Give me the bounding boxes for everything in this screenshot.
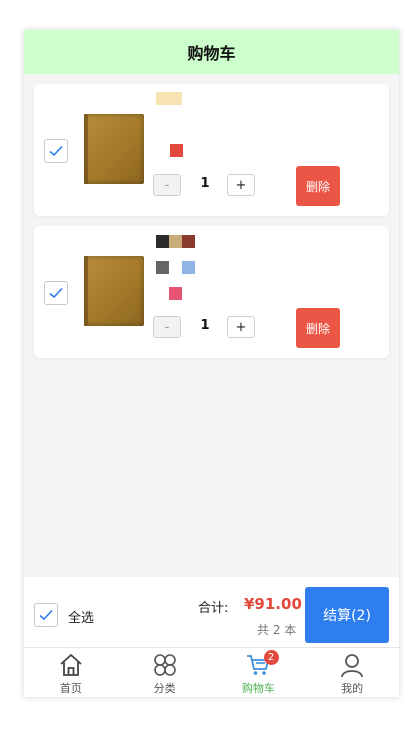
book-cover-image[interactable] [84, 114, 144, 184]
bottom-tab-bar: 首页 分类 2 购物车 我的 [24, 647, 399, 697]
total-label: 合计: [198, 601, 229, 616]
color-swatch [169, 235, 182, 248]
check-icon [49, 287, 63, 299]
phone-screen: 购物车 - 1 + 删除 - 1 + 删除 全选 合计: ¥91.00 共 2 … [24, 30, 399, 697]
total-price: ¥91.00 [244, 595, 302, 613]
tab-label: 分类 [153, 682, 176, 695]
checkout-bar: 全选 合计: ¥91.00 共 2 本 结算(2) [24, 577, 399, 647]
quantity-value: 1 [200, 318, 210, 333]
tab-label: 我的 [341, 682, 364, 695]
cart-item: - 1 + 删除 [34, 84, 389, 216]
decrease-quantity-button[interactable]: - [153, 316, 181, 338]
tab-label: 购物车 [241, 682, 275, 695]
color-swatch [169, 287, 182, 300]
item-checkbox[interactable] [44, 281, 68, 305]
tab-profile[interactable]: 我的 [305, 648, 399, 697]
book-cover-image[interactable] [84, 256, 144, 326]
delete-button[interactable]: 删除 [296, 166, 340, 206]
increase-quantity-button[interactable]: + [227, 174, 255, 196]
color-swatch [156, 261, 169, 274]
tab-home[interactable]: 首页 [24, 648, 118, 697]
delete-button[interactable]: 删除 [296, 308, 340, 348]
tab-label: 首页 [59, 682, 82, 695]
cart-count-badge: 2 [263, 650, 279, 665]
item-count: 共 2 本 [257, 623, 297, 637]
category-icon [153, 654, 176, 676]
select-all-checkbox[interactable] [34, 603, 58, 627]
select-all-label[interactable]: 全选 [68, 607, 94, 626]
checkout-button[interactable]: 结算(2) [305, 587, 389, 643]
color-swatch [156, 92, 182, 105]
quantity-value: 1 [200, 176, 210, 191]
increase-quantity-button[interactable]: + [227, 316, 255, 338]
check-icon [39, 609, 53, 621]
color-swatch [170, 144, 183, 157]
color-swatch [182, 261, 195, 274]
check-icon [49, 145, 63, 157]
page-title: 购物车 [187, 44, 236, 63]
color-swatch [182, 235, 195, 248]
page-header: 购物车 [24, 30, 399, 74]
tab-category[interactable]: 分类 [118, 648, 212, 697]
home-icon [60, 654, 82, 676]
decrease-quantity-button[interactable]: - [153, 174, 181, 196]
tab-cart[interactable]: 2 购物车 [212, 648, 306, 697]
color-swatch [156, 235, 169, 248]
user-icon [341, 654, 364, 678]
cart-item: - 1 + 删除 [34, 226, 389, 358]
item-checkbox[interactable] [44, 139, 68, 163]
